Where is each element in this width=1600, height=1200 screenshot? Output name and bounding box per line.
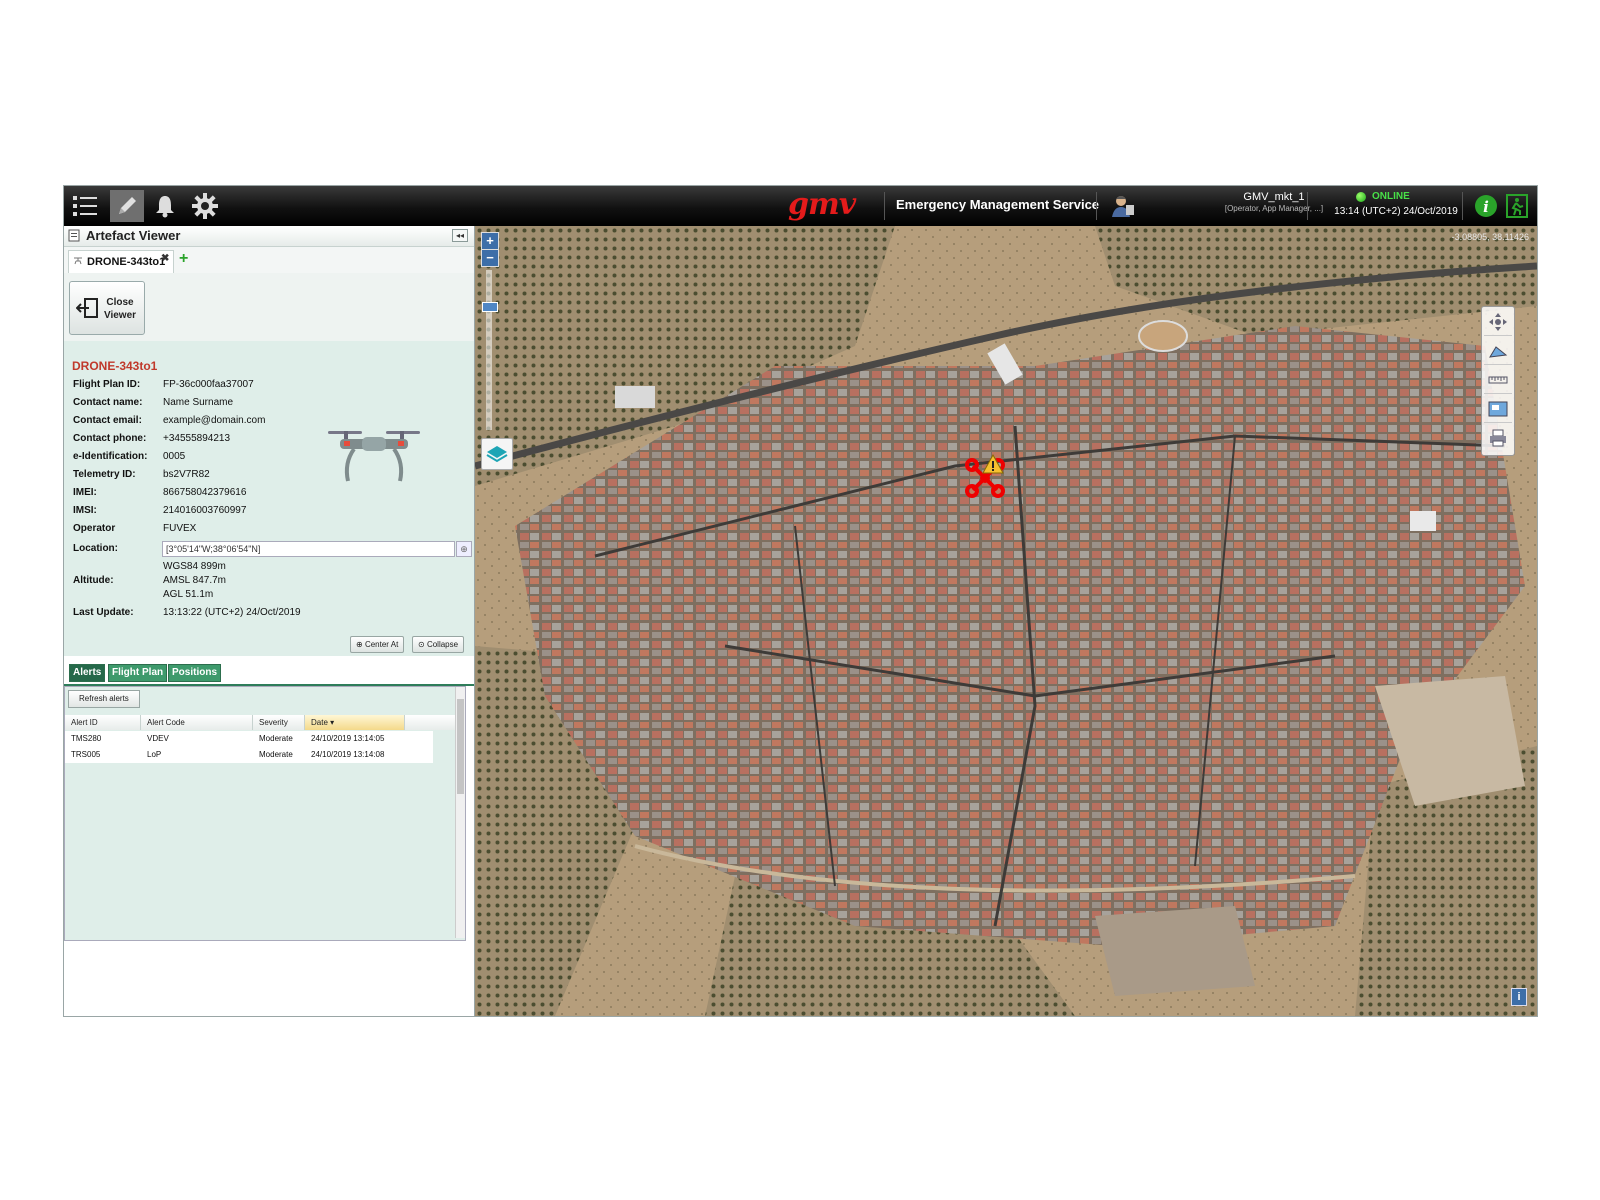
tab-positions[interactable]: Positions	[168, 664, 222, 682]
zoom-in-button[interactable]: +	[481, 232, 499, 250]
cell-alert-id: TMS280	[71, 734, 102, 743]
warning-icon[interactable]	[982, 454, 1004, 474]
collapse-label: Collapse	[426, 640, 459, 649]
drone-small-icon	[74, 257, 82, 265]
cell-alert-code: VDEV	[147, 734, 169, 743]
tab-alerts[interactable]: Alerts	[69, 664, 106, 682]
info-icon[interactable]: i	[1469, 190, 1503, 222]
map-imagery	[475, 226, 1537, 1016]
cell-date: 24/10/2019 13:14:08	[311, 750, 385, 759]
panel-header: Artefact Viewer ◂◂	[64, 226, 474, 247]
collapse-button[interactable]: ⊙ Collapse	[412, 636, 465, 653]
center-at-button[interactable]: ⊕ Center At	[350, 636, 405, 653]
column-header-alert-id[interactable]: Alert ID	[65, 715, 141, 730]
zoom-slider-handle[interactable]	[482, 302, 498, 312]
column-header-date[interactable]: Date ▾	[305, 715, 405, 730]
add-tab-icon[interactable]: +	[179, 250, 188, 268]
online-status-label: ONLINE	[1372, 191, 1410, 202]
measure-distance-button[interactable]	[1484, 367, 1512, 394]
app-window: gmv Emergency Management Service GMV_mkt…	[63, 185, 1538, 1017]
lower-tabs: Alerts Flight Plan Positions	[64, 656, 474, 686]
satellite-map[interactable]: -3.08805, 38.11426 + − i	[475, 226, 1537, 1016]
printer-icon	[1490, 429, 1506, 447]
location-field[interactable]: [3°05'14"W;38°06'54"N]	[162, 541, 455, 557]
zoom-control: + −	[481, 232, 499, 437]
cell-severity: Moderate	[259, 734, 293, 743]
measure-area-button[interactable]	[1484, 338, 1512, 365]
table-row[interactable]: TMS280 VDEV Moderate 24/10/2019 13:14:05	[65, 731, 433, 747]
separator	[1096, 192, 1097, 220]
column-header-blank	[405, 715, 461, 730]
zoom-slider-track[interactable]	[486, 270, 492, 430]
print-button[interactable]	[1484, 425, 1512, 451]
tab-label: DRONE-343to1	[87, 256, 166, 268]
overview-map-button[interactable]	[1484, 396, 1512, 423]
current-datetime: 13:14 (UTC+2) 24/Oct/2019	[1334, 206, 1458, 217]
panel-title: Artefact Viewer	[86, 228, 181, 243]
artefact-tabs: DRONE-343to1 ✖ +	[64, 247, 474, 273]
separator	[1462, 192, 1463, 220]
coordinate-readout: -3.08805, 38.11426	[1451, 232, 1529, 242]
alerts-scrollbar[interactable]	[455, 687, 465, 938]
zoom-out-button[interactable]: −	[481, 249, 499, 267]
gmv-logo: gmv	[788, 187, 856, 222]
drone-image-icon	[328, 431, 420, 482]
user-name: GMV_mkt_1	[1243, 191, 1305, 203]
svg-text:i: i	[1483, 198, 1489, 216]
cell-alert-id: TRS005	[71, 750, 101, 759]
column-header-severity[interactable]: Severity	[253, 715, 305, 730]
pencil-icon[interactable]	[110, 190, 144, 222]
close-viewer-button[interactable]: Close Viewer	[69, 281, 145, 335]
exit-arrow-icon	[76, 298, 98, 318]
map-toolbox	[1481, 306, 1515, 456]
drone-title: DRONE-343to1	[72, 359, 158, 373]
lower-section: Alerts Flight Plan Positions Refresh ale…	[64, 656, 474, 1016]
cell-alert-code: LoP	[147, 750, 162, 759]
refresh-alerts-button[interactable]: Refresh alerts	[68, 690, 140, 708]
close-tab-icon[interactable]: ✖	[161, 253, 169, 264]
tab-drone[interactable]: DRONE-343to1	[68, 250, 175, 273]
artefact-viewer-panel: Artefact Viewer ◂◂ DRONE-343to1 ✖ + Clos…	[64, 226, 475, 1016]
document-icon	[68, 229, 80, 242]
viewer-toolbar: Close Viewer	[64, 273, 474, 341]
layers-icon	[486, 446, 508, 463]
exit-icon[interactable]	[1500, 190, 1534, 222]
alerts-pane: Refresh alerts Alert ID Alert Code Sever…	[64, 686, 466, 941]
cell-severity: Moderate	[259, 750, 293, 759]
pan-tool-button[interactable]	[1484, 309, 1512, 336]
pan-icon	[1489, 313, 1507, 331]
user-icon[interactable]	[1106, 190, 1140, 222]
date-header-label: Date	[311, 718, 328, 727]
bell-icon[interactable]	[148, 190, 182, 222]
measure-area-icon	[1489, 346, 1508, 358]
map-icon	[1488, 401, 1508, 417]
tab-flight-plan[interactable]: Flight Plan	[108, 664, 168, 682]
cell-date: 24/10/2019 13:14:05	[311, 734, 385, 743]
gear-icon[interactable]	[188, 190, 222, 222]
map-info-button[interactable]: i	[1511, 988, 1527, 1006]
sort-desc-icon: ▾	[330, 718, 335, 727]
collapse-panel-button[interactable]: ◂◂	[452, 229, 468, 242]
separator	[1307, 192, 1308, 220]
list-icon[interactable]	[68, 190, 102, 222]
center-at-label: Center At	[364, 640, 399, 649]
pick-location-icon[interactable]: ⊕	[456, 541, 472, 557]
scrollbar-thumb[interactable]	[457, 699, 464, 794]
column-header-alert-code[interactable]: Alert Code	[141, 715, 253, 730]
close-viewer-label: Close Viewer	[103, 297, 137, 321]
table-row[interactable]: TRS005 LoP Moderate 24/10/2019 13:14:08	[65, 747, 433, 763]
online-status-dot	[1356, 192, 1366, 202]
ruler-icon	[1488, 376, 1508, 384]
layers-button[interactable]	[481, 438, 513, 470]
drone-details: DRONE-343to1 Flight Plan ID: FP-36c000faa…	[64, 341, 474, 656]
top-bar: gmv Emergency Management Service GMV_mkt…	[64, 186, 1537, 226]
service-title: Emergency Management Service	[896, 197, 1100, 212]
separator	[884, 192, 885, 220]
